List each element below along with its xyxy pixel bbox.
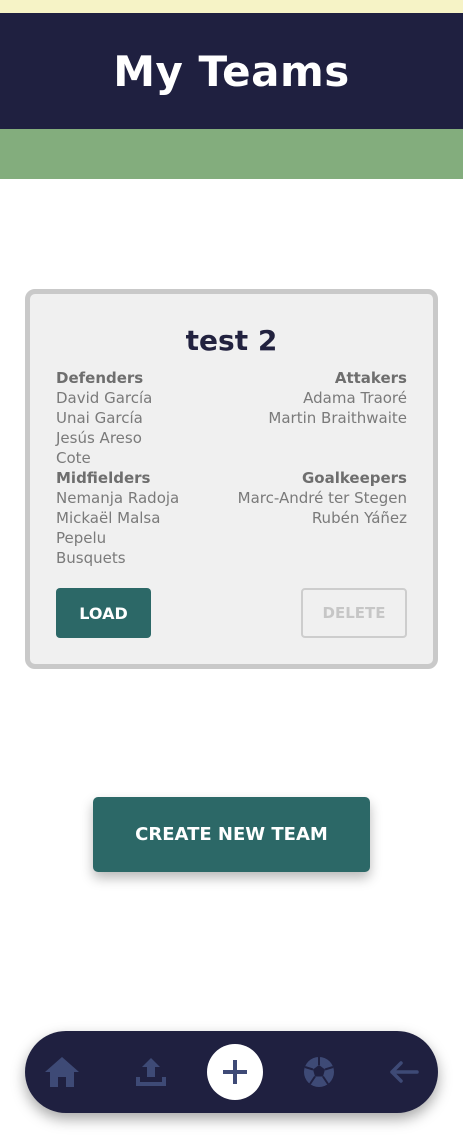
player-name: Cote xyxy=(56,449,91,467)
player-name: Pepelu xyxy=(56,529,107,547)
player-name: Mickaël Malsa xyxy=(56,509,161,527)
nav-add[interactable] xyxy=(207,1044,263,1100)
app-header: My Teams xyxy=(0,13,463,129)
team-right-column: Attakers Adama Traoré Martin Braithwaite… xyxy=(238,368,407,528)
player-name: Adama Traoré xyxy=(303,389,407,407)
team-left-column: Defenders David García Unai García Jesús… xyxy=(56,368,179,568)
add-icon xyxy=(223,1060,247,1084)
player-name: Marc-André ter Stegen xyxy=(237,489,407,507)
top-strip xyxy=(0,0,463,13)
bottom-navigation xyxy=(25,1031,438,1113)
player-name: Nemanja Radoja xyxy=(56,489,180,507)
back-arrow-icon xyxy=(390,1061,419,1083)
decorative-band xyxy=(0,129,463,179)
load-team-button[interactable]: LOAD xyxy=(56,588,151,638)
team-name: test 2 xyxy=(185,324,278,357)
delete-team-button[interactable]: DELETE xyxy=(301,588,407,638)
player-name: Busquets xyxy=(56,549,126,567)
nav-home[interactable] xyxy=(34,1031,90,1113)
player-name: Unai García xyxy=(56,409,143,427)
goalkeepers-title: Goalkeepers xyxy=(301,469,407,487)
player-name: David García xyxy=(56,389,153,407)
upload-icon xyxy=(136,1058,166,1086)
nav-soccer[interactable] xyxy=(291,1031,347,1113)
defenders-title: Defenders xyxy=(56,369,144,387)
nav-back[interactable] xyxy=(375,1031,431,1113)
team-card: test 2 Defenders David García Unai Garcí… xyxy=(25,289,438,669)
player-name: Martin Braithwaite xyxy=(268,409,407,427)
nav-upload[interactable] xyxy=(123,1031,179,1113)
create-new-team-button[interactable]: CREATE NEW TEAM xyxy=(93,797,370,872)
home-icon xyxy=(45,1057,79,1087)
player-name: Rubén Yáñez xyxy=(311,509,407,527)
midfielders-title: Midfielders xyxy=(56,469,151,487)
player-name: Jesús Areso xyxy=(56,429,142,447)
page-title: My Teams xyxy=(113,46,350,96)
attackers-title: Attakers xyxy=(334,369,407,387)
soccer-ball-icon xyxy=(304,1057,334,1087)
